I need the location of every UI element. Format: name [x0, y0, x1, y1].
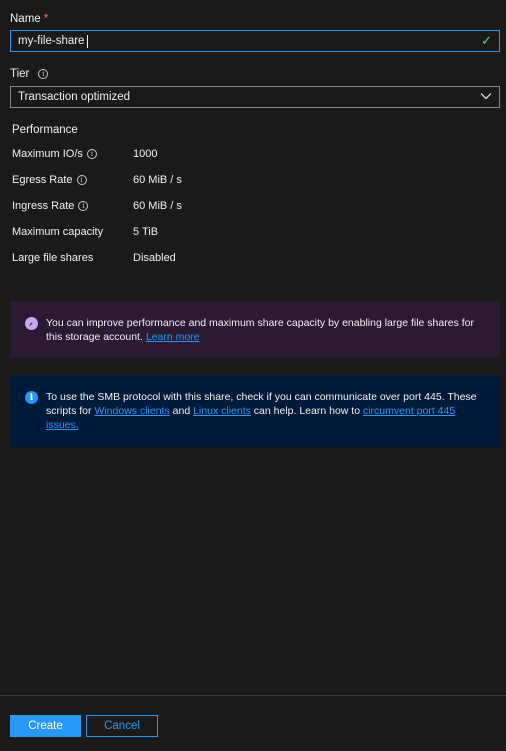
info-icon[interactable]: i: [78, 201, 89, 211]
create-button[interactable]: Create: [10, 715, 81, 737]
windows-clients-link[interactable]: Windows clients: [94, 405, 169, 417]
perf-row-ingress-rate: Ingress Rate i 60 MiB / s: [12, 199, 312, 213]
perf-row-large-file-shares: Large file shares Disabled: [12, 251, 312, 265]
notice-text: and: [172, 405, 191, 417]
tier-dropdown[interactable]: Transaction optimized: [10, 86, 500, 108]
perf-value: 60 MiB / s: [133, 200, 182, 212]
name-input[interactable]: ✓: [10, 30, 500, 52]
chevron-down-icon: [480, 91, 492, 103]
checkmark-icon: ✓: [481, 33, 492, 48]
cancel-button[interactable]: Cancel: [86, 715, 158, 737]
perf-label: Egress Rate: [12, 174, 73, 186]
info-icon[interactable]: i: [38, 69, 49, 79]
tier-label: Tier i: [10, 68, 49, 80]
large-file-shares-notice: You can improve performance and maximum …: [10, 301, 500, 358]
perf-label: Maximum capacity: [12, 226, 104, 238]
performance-title: Performance: [12, 124, 78, 136]
learn-more-link[interactable]: Learn more: [146, 331, 200, 343]
perf-value: 60 MiB / s: [133, 174, 182, 186]
tier-dropdown-value: Transaction optimized: [18, 91, 131, 103]
perf-value: Disabled: [133, 252, 176, 264]
perf-row-max-iops: Maximum IO/s i 1000: [12, 147, 312, 161]
perf-label: Ingress Rate: [12, 200, 75, 212]
text-caret: [87, 34, 88, 48]
smb-notice: i To use the SMB protocol with this shar…: [10, 375, 500, 447]
info-icon[interactable]: i: [76, 175, 87, 185]
notice-text: can help. Learn how to: [253, 405, 361, 417]
info-icon: i: [25, 391, 38, 404]
perf-row-egress-rate: Egress Rate i 60 MiB / s: [12, 173, 312, 187]
perf-label: Maximum IO/s: [12, 148, 83, 160]
name-label: Name *: [10, 13, 49, 25]
perf-label: Large file shares: [12, 252, 94, 264]
perf-value: 1000: [133, 148, 158, 160]
notice-text: You can improve performance and maximum …: [46, 317, 474, 343]
rocket-icon: [25, 317, 38, 330]
perf-value: 5 TiB: [133, 226, 159, 238]
name-input-field[interactable]: [18, 31, 88, 51]
linux-clients-link[interactable]: Linux clients: [193, 405, 251, 417]
required-marker: *: [43, 13, 49, 25]
footer: Create Cancel: [0, 695, 506, 751]
create-file-share-panel: Name * ✓ Tier i Transaction optimized Pe…: [0, 0, 506, 751]
perf-row-max-capacity: Maximum capacity 5 TiB: [12, 225, 312, 239]
info-icon[interactable]: i: [86, 149, 97, 159]
